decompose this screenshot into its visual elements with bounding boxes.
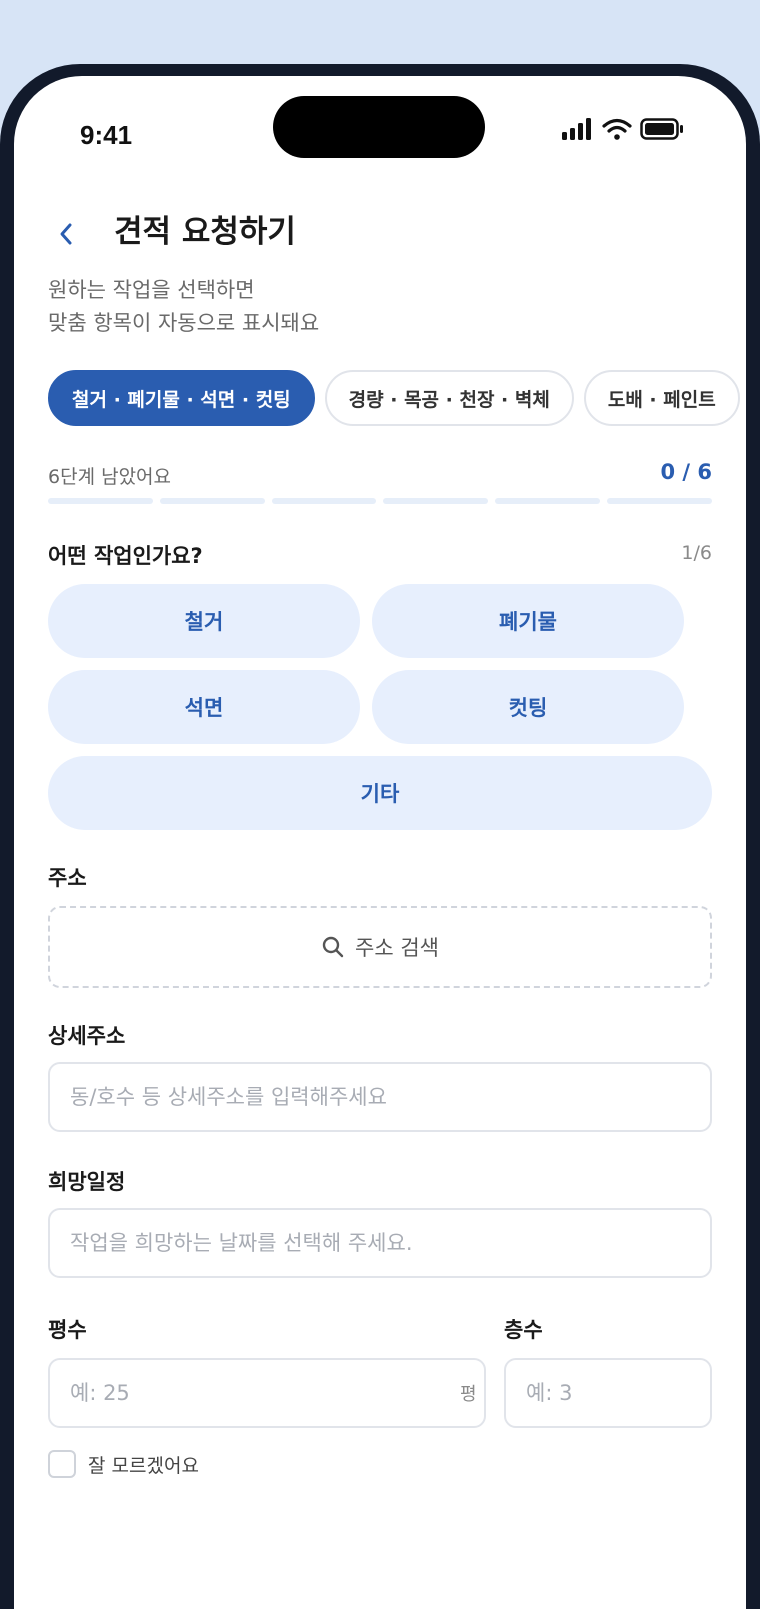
address-label: 주소 — [48, 866, 87, 890]
area-label: 평수 — [48, 1318, 87, 1342]
page-subtitle: 원하는 작업을 선택하면 맞춤 항목이 자동으로 표시돼요 — [48, 274, 319, 340]
progress-segment — [495, 498, 601, 504]
schedule-label: 희망일정 — [48, 1170, 126, 1194]
category-tabs: 철거 · 폐기물 · 석면 · 컷팅 경량 · 목공 · 천장 · 벽체 도배 … — [48, 370, 740, 426]
back-button[interactable] — [58, 216, 74, 255]
progress-segment — [159, 498, 265, 504]
progress-count: 0 / 6 — [660, 460, 712, 484]
wifi-icon — [602, 118, 632, 140]
option-waste[interactable]: 폐기물 — [372, 584, 684, 658]
question-step: 1/6 — [681, 542, 712, 564]
search-icon — [322, 936, 344, 958]
dynamic-island — [273, 96, 485, 158]
option-demolition[interactable]: 철거 — [48, 584, 360, 658]
question-title: 어떤 작업인가요? — [48, 544, 203, 568]
unknown-area-option[interactable]: 잘 모르겠어요 — [48, 1450, 199, 1478]
app-screen: 9:41 견적 요청하기 원하는 작업을 선택하면 맞춤 항목이 자동으로 표시… — [14, 76, 746, 1609]
area-unit: 평 — [460, 1384, 477, 1405]
floor-label: 층수 — [504, 1318, 543, 1342]
floor-input[interactable] — [504, 1358, 712, 1428]
schedule-input[interactable] — [48, 1208, 712, 1278]
battery-icon — [640, 118, 683, 140]
option-asbestos[interactable]: 석면 — [48, 670, 360, 744]
tab-lightweight-carpentry[interactable]: 경량 · 목공 · 천장 · 벽체 — [324, 370, 574, 426]
signal-icon — [562, 118, 591, 140]
address-search-label: 주소 검색 — [355, 936, 439, 960]
subtitle-line: 원하는 작업을 선택하면 — [48, 278, 255, 302]
option-cutting[interactable]: 컷팅 — [372, 670, 684, 744]
address-search-button[interactable]: 주소 검색 — [48, 906, 712, 988]
progress-segment — [48, 498, 153, 504]
chevron-left-icon — [60, 223, 72, 245]
page-title: 견적 요청하기 — [114, 214, 296, 250]
progress-bar — [48, 498, 712, 504]
detail-address-label: 상세주소 — [48, 1024, 126, 1048]
unknown-area-label: 잘 모르겠어요 — [88, 1454, 199, 1477]
area-input[interactable] — [48, 1358, 486, 1428]
status-icons — [562, 118, 684, 140]
progress-remaining: 6단계 남았어요 — [48, 466, 172, 488]
progress-segment — [383, 498, 489, 504]
subtitle-line: 맞춤 항목이 자동으로 표시돼요 — [48, 311, 320, 335]
unknown-area-checkbox[interactable] — [48, 1450, 76, 1478]
phone-frame: 9:41 견적 요청하기 원하는 작업을 선택하면 맞춤 항목이 자동으로 표시… — [0, 64, 760, 1609]
status-time: 9:41 — [80, 120, 133, 150]
progress-segment — [607, 498, 712, 504]
progress-segment — [271, 498, 377, 504]
detail-address-input[interactable] — [48, 1062, 712, 1132]
tab-demolition[interactable]: 철거 · 폐기물 · 석면 · 컷팅 — [48, 370, 315, 426]
tab-wallpaper-paint[interactable]: 도배 · 페인트 — [583, 370, 740, 426]
option-other[interactable]: 기타 — [48, 756, 712, 830]
